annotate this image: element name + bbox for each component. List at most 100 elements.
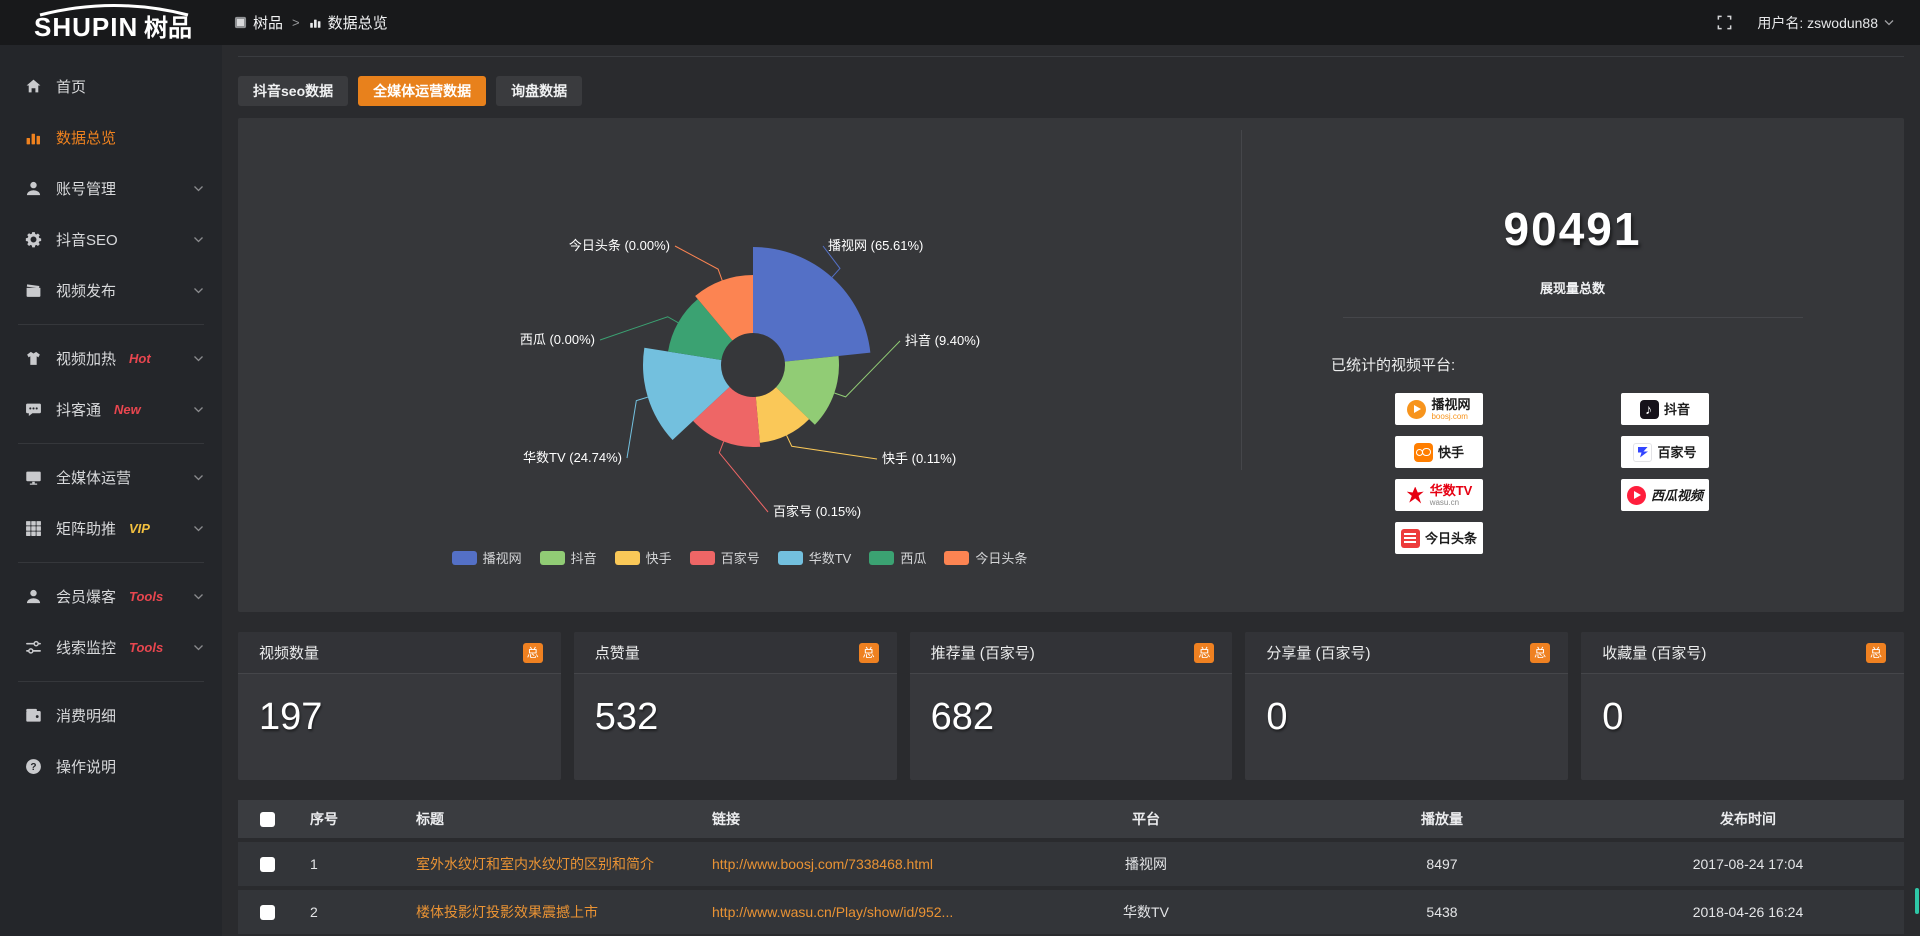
legend-color-chip <box>944 551 969 565</box>
monitor-icon <box>25 469 42 486</box>
sidebar-item-badge: New <box>114 402 141 417</box>
sidebar-divider <box>18 681 204 682</box>
sidebar-item-video-publish[interactable]: 视频发布 <box>0 265 222 316</box>
stat-card-header: 视频数量 总 <box>238 632 561 674</box>
video-url-link[interactable]: http://www.wasu.cn/Play/show/id/952... <box>700 904 1000 920</box>
video-title-link[interactable]: 楼体投影灯投影效果震撼上市 <box>404 902 700 922</box>
sidebar-item-media-operation[interactable]: 全媒体运营 <box>0 452 222 503</box>
stat-card-title: 收藏量 (百家号) <box>1602 642 1706 663</box>
platform-name: 快手 <box>1438 446 1464 459</box>
stat-card-value: 0 <box>1602 696 1904 739</box>
sidebar-item-operation-guide[interactable]: ? 操作说明 <box>0 741 222 792</box>
user-icon <box>25 588 42 605</box>
video-title-link[interactable]: 室外水纹灯和室内水纹灯的区别和简介 <box>404 854 700 874</box>
app-logo[interactable]: SHUPIN 树品 <box>0 3 222 43</box>
legend-color-chip <box>540 551 565 565</box>
main-content: 抖音seo数据全媒体运营数据询盘数据 播视网 (65.61%)抖音 (9.40%… <box>222 45 1920 936</box>
pie-label-leader <box>600 317 678 340</box>
platform-share-pie-chart: 播视网 (65.61%)抖音 (9.40%)快手 (0.11%)百家号 (0.1… <box>238 118 1241 612</box>
stat-card-header: 收藏量 (百家号)总 <box>1581 632 1904 674</box>
tab-2[interactable]: 询盘数据 <box>496 76 582 106</box>
chevron-down-icon <box>193 287 204 294</box>
wasu-logo-icon <box>1406 486 1425 505</box>
sidebar-divider <box>18 443 204 444</box>
sidebar-item-video-heat[interactable]: 视频加热Hot <box>0 333 222 384</box>
chat-icon <box>25 401 42 418</box>
row-index: 1 <box>296 856 404 872</box>
tab-bar: 抖音seo数据全媒体运营数据询盘数据 <box>238 76 1904 106</box>
sidebar-item-label: 操作说明 <box>56 756 116 777</box>
sidebar-item-douketong[interactable]: 抖客通New <box>0 384 222 435</box>
select-all-checkbox[interactable] <box>260 812 275 827</box>
sliders-icon <box>25 639 42 656</box>
stat-card-value: 197 <box>259 696 561 739</box>
sidebar-item-label: 抖音SEO <box>56 229 118 250</box>
impressions-total-value: 90491 <box>1241 202 1904 256</box>
stat-card-title: 推荐量 (百家号) <box>931 642 1035 663</box>
legend-color-chip <box>778 551 803 565</box>
sidebar-item-label: 全媒体运营 <box>56 467 131 488</box>
pie-slice[interactable] <box>753 247 870 362</box>
legend-color-chip <box>615 551 640 565</box>
sidebar-item-consume-detail[interactable]: 消费明细 <box>0 690 222 741</box>
publish-icon <box>25 282 42 299</box>
total-badge: 总 <box>523 643 543 663</box>
legend-item[interactable]: 播视网 <box>452 548 522 567</box>
pie-slice-label: 快手 (0.11%) <box>882 451 956 466</box>
tab-1[interactable]: 全媒体运营数据 <box>358 76 486 106</box>
row-checkbox[interactable] <box>260 857 275 872</box>
video-url-link[interactable]: http://www.boosj.com/7338468.html <box>700 856 1000 872</box>
legend-item[interactable]: 华数TV <box>778 548 852 567</box>
help-icon: ? <box>25 758 42 775</box>
breadcrumb-root[interactable]: 树品 <box>234 12 283 33</box>
legend-item[interactable]: 今日头条 <box>944 548 1027 567</box>
stat-card-header: 分享量 (百家号)总 <box>1245 632 1568 674</box>
sidebar-item-data-overview[interactable]: 数据总览 <box>0 112 222 163</box>
heat-icon <box>25 350 42 367</box>
chevron-down-icon <box>193 185 204 192</box>
sidebar-item-home[interactable]: 首页 <box>0 61 222 112</box>
col-header-time: 发布时间 <box>1592 809 1904 829</box>
platform-name: 华数TV <box>1430 484 1473 497</box>
sidebar-item-clue-monitor[interactable]: 线索监控 Tools <box>0 622 222 673</box>
legend-item[interactable]: 抖音 <box>540 548 597 567</box>
chevron-down-icon <box>193 644 204 651</box>
sidebar-item-douyin-seo[interactable]: 抖音SEO <box>0 214 222 265</box>
gear-icon <box>25 231 42 248</box>
stat-card-value: 682 <box>931 696 1233 739</box>
sidebar-item-label: 视频加热 <box>56 348 116 369</box>
fullscreen-icon[interactable] <box>1716 14 1733 31</box>
row-checkbox[interactable] <box>260 905 275 920</box>
sidebar-item-matrix-boost[interactable]: 矩阵助推VIP <box>0 503 222 554</box>
breadcrumb-current-label: 数据总览 <box>328 12 388 33</box>
legend-color-chip <box>690 551 715 565</box>
summary-divider <box>1343 317 1803 318</box>
user-menu[interactable]: 用户名: zswodun88 <box>1757 13 1894 33</box>
stat-card-title: 视频数量 <box>259 642 319 663</box>
row-time: 2018-04-26 16:24 <box>1592 904 1904 920</box>
pie-slice-label: 播视网 (65.61%) <box>828 238 923 253</box>
wallet-icon <box>25 707 42 724</box>
sidebar-item-account-manage[interactable]: 账号管理 <box>0 163 222 214</box>
platform-card-kuaishou: 快手 <box>1395 436 1483 468</box>
sidebar-item-badge: Tools <box>129 640 163 655</box>
chevron-down-icon <box>193 474 204 481</box>
platform-name: 播视网 <box>1431 398 1470 411</box>
tab-0[interactable]: 抖音seo数据 <box>238 76 348 106</box>
sidebar-item-badge: Tools <box>129 589 163 604</box>
sidebar-item-member-baoke[interactable]: 会员爆客Tools <box>0 571 222 622</box>
legend-item[interactable]: 百家号 <box>690 548 760 567</box>
platform-card-toutiao: 今日头条 <box>1395 522 1483 554</box>
breadcrumb-current[interactable]: 数据总览 <box>309 12 388 33</box>
legend-item[interactable]: 西瓜 <box>869 548 926 567</box>
chart-panel: 播视网 (65.61%)抖音 (9.40%)快手 (0.11%)百家号 (0.1… <box>238 118 1904 612</box>
col-header-title: 标题 <box>404 809 700 829</box>
app-square-icon <box>234 16 247 29</box>
chevron-down-icon <box>193 593 204 600</box>
stat-card: 推荐量 (百家号)总682 <box>910 632 1233 780</box>
total-badge: 总 <box>859 643 879 663</box>
scrollbar-thumb[interactable] <box>1915 888 1919 914</box>
legend-item[interactable]: 快手 <box>615 548 672 567</box>
sidebar-item-label: 线索监控 <box>56 637 116 658</box>
legend-label: 百家号 <box>721 548 760 567</box>
